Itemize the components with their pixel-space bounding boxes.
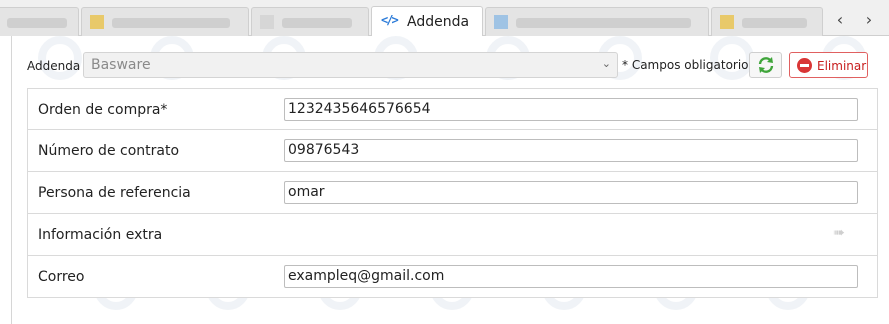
field-label: Persona de referencia bbox=[38, 185, 191, 201]
required-fields-note: * Campos obligatorios bbox=[622, 58, 755, 72]
addenda-panel: Addenda Basware ⌄ * Campos obligatorios … bbox=[11, 36, 889, 324]
addenda-form: Orden de compra* 1232435646576654 Número… bbox=[27, 88, 878, 298]
chevron-down-icon: ⌄ bbox=[601, 57, 611, 70]
addenda-select[interactable]: Basware ⌄ bbox=[83, 52, 618, 78]
arrow-right-icon[interactable]: ➠ bbox=[833, 225, 845, 241]
chevron-left-icon[interactable]: ‹ bbox=[829, 7, 851, 33]
form-row-informacion-extra[interactable]: Información extra ➠ bbox=[27, 214, 878, 256]
persona-referencia-input[interactable]: omar bbox=[284, 181, 858, 204]
tab-blurred-3[interactable] bbox=[251, 7, 369, 36]
addenda-label: Addenda bbox=[27, 59, 81, 73]
correo-input[interactable]: exampleq@gmail.com bbox=[284, 265, 858, 288]
addenda-toolbar: Addenda Basware ⌄ * Campos obligatorios … bbox=[12, 50, 889, 80]
tab-blurred-4[interactable] bbox=[485, 7, 709, 36]
tab-strip: </> Addenda ‹ › bbox=[0, 0, 889, 36]
field-label: Orden de compra* bbox=[38, 102, 168, 118]
form-row-numero-contrato: Número de contrato 09876543 bbox=[27, 130, 878, 172]
chevron-right-icon[interactable]: › bbox=[858, 7, 880, 33]
delete-button-label: Eliminar bbox=[817, 59, 867, 73]
tab-addenda[interactable]: </> Addenda bbox=[371, 6, 483, 36]
field-label: Correo bbox=[38, 269, 85, 285]
numero-contrato-input[interactable]: 09876543 bbox=[284, 139, 858, 162]
form-row-correo: Correo exampleq@gmail.com bbox=[27, 256, 878, 298]
tab-blurred-1[interactable] bbox=[0, 7, 79, 36]
tab-blurred-2[interactable] bbox=[81, 7, 249, 36]
field-label: Número de contrato bbox=[38, 143, 180, 159]
field-label: Información extra bbox=[38, 227, 163, 243]
orden-compra-input[interactable]: 1232435646576654 bbox=[284, 98, 858, 121]
tab-blurred-5[interactable] bbox=[711, 7, 823, 36]
tab-addenda-label: Addenda bbox=[407, 14, 470, 30]
minus-circle-icon bbox=[797, 58, 812, 73]
delete-button[interactable]: Eliminar bbox=[789, 52, 868, 78]
form-row-orden-compra: Orden de compra* 1232435646576654 bbox=[27, 88, 878, 130]
refresh-button[interactable] bbox=[749, 52, 782, 78]
refresh-icon bbox=[758, 57, 774, 73]
form-row-persona-referencia: Persona de referencia omar bbox=[27, 172, 878, 214]
code-icon: </> bbox=[381, 13, 399, 27]
addenda-select-value: Basware bbox=[91, 57, 151, 73]
